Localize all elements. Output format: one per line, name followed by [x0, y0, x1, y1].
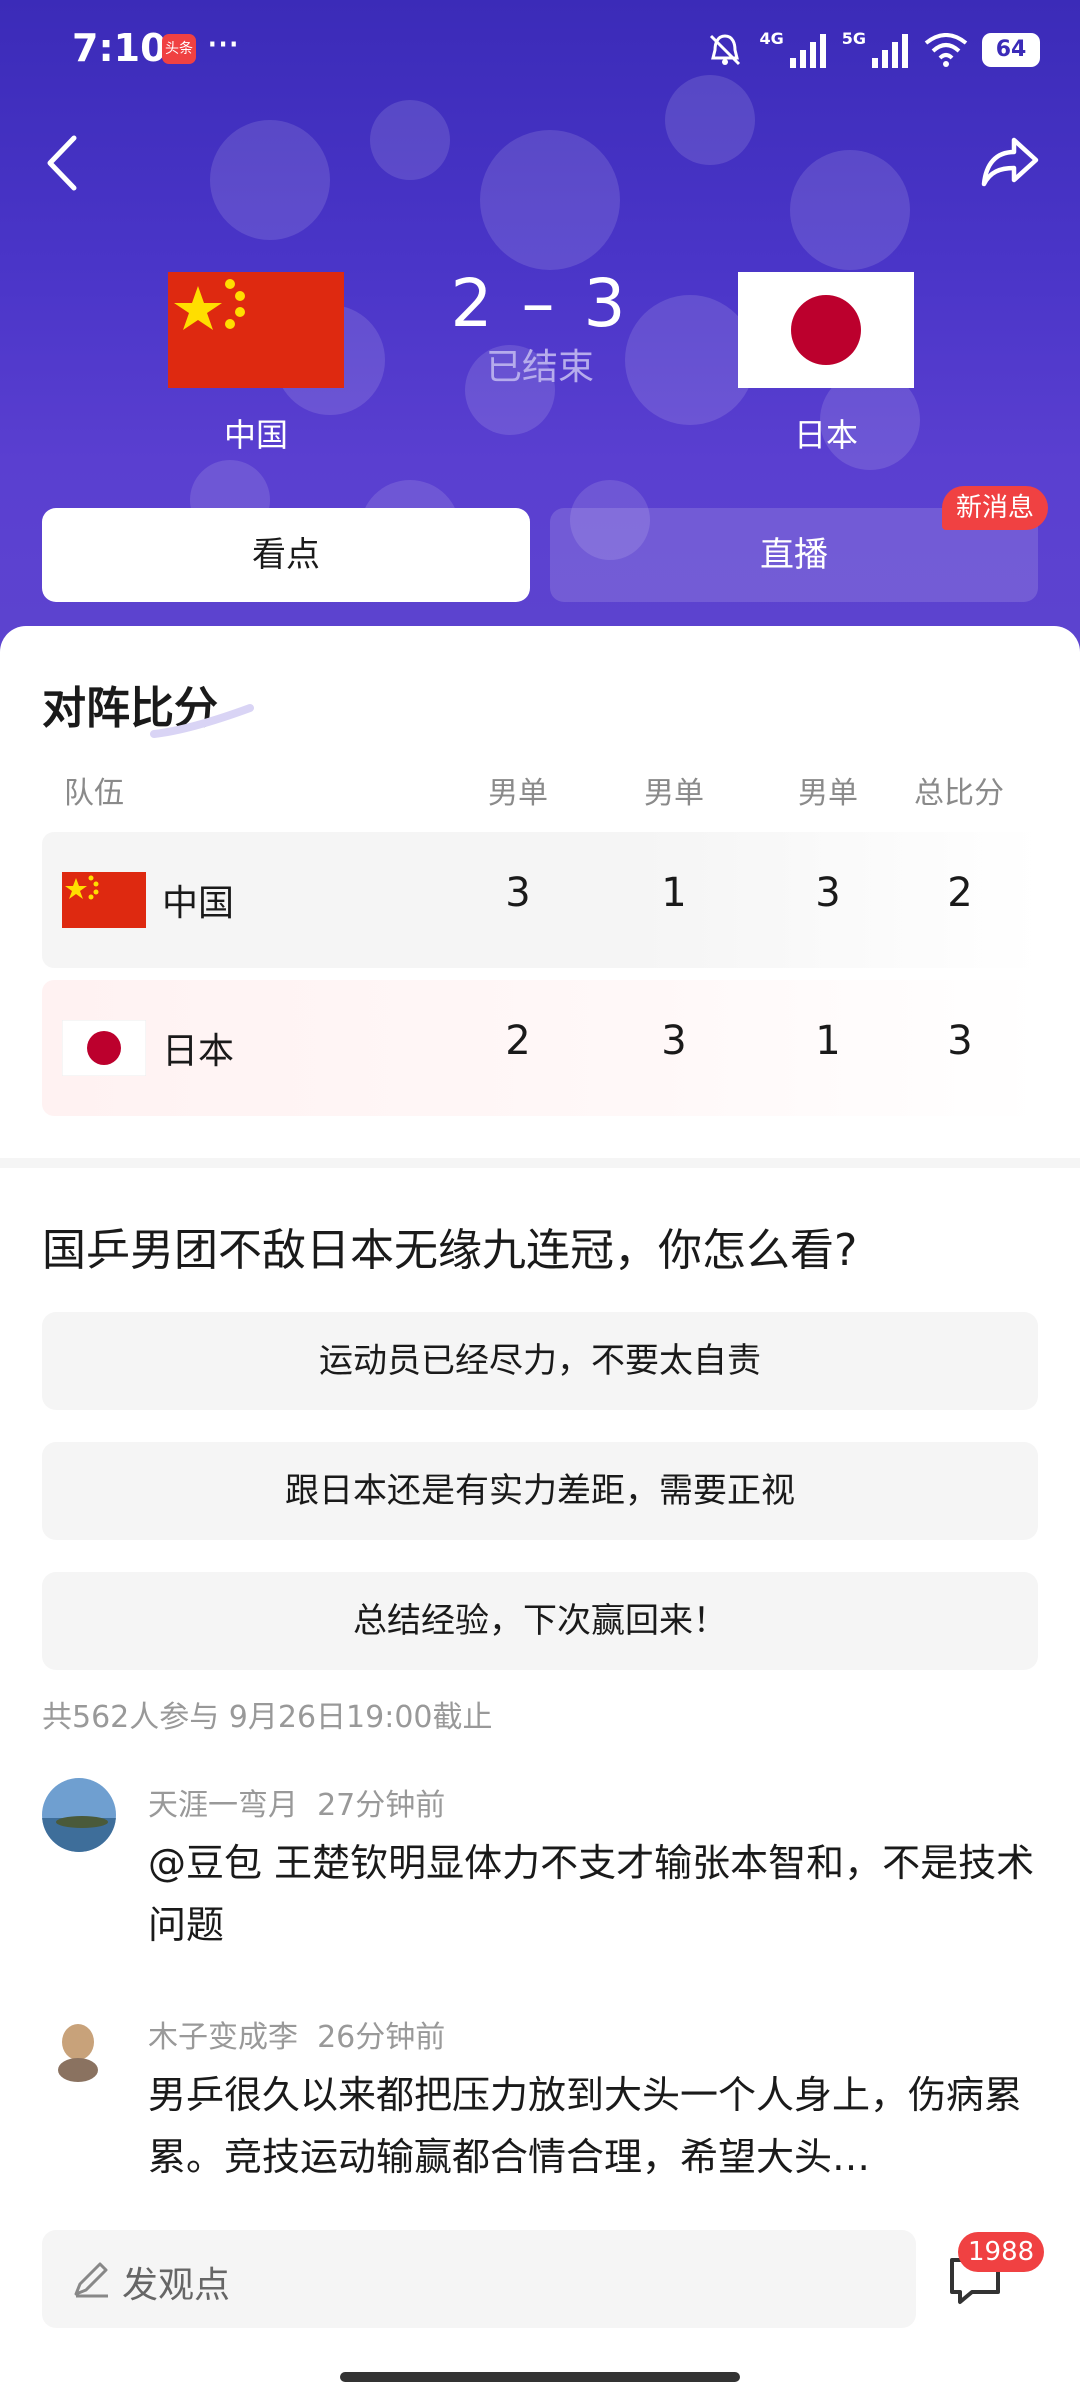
total-score-cell: 3 — [947, 1018, 973, 1064]
comment-count-badge: 1988 — [958, 2232, 1045, 2272]
comment-username[interactable]: 天涯一弯月 — [148, 1788, 298, 1823]
wifi-icon — [924, 33, 968, 67]
status-bar: 7:10 头条 ··· 4G 5G 64 — [0, 0, 1080, 100]
score-cell: 2 — [505, 1018, 531, 1064]
network-4g-label: 4G — [759, 28, 784, 48]
app-notification-icon: 头条 — [162, 34, 196, 64]
back-icon[interactable] — [40, 130, 84, 196]
header-singles-1: 男单 — [488, 776, 548, 811]
home-indicator[interactable] — [340, 2372, 740, 2382]
avatar[interactable] — [42, 1778, 116, 1852]
home-team-name: 中国 — [223, 416, 288, 454]
comment-text[interactable]: @豆包 王楚钦明显体力不支才输张本智和，不是技术问题 — [148, 1832, 1038, 1956]
match-score: 2 – 3 — [450, 265, 630, 342]
avatar[interactable] — [42, 2012, 116, 2086]
score-cell: 3 — [815, 870, 841, 916]
network-5g-label: 5G — [841, 28, 866, 48]
comment-time: 26分钟前 — [317, 2020, 446, 2055]
mute-icon — [710, 34, 741, 66]
score-cell: 1 — [815, 1018, 841, 1064]
poll-option-1[interactable]: 运动员已经尽力，不要太自责 — [42, 1312, 1038, 1410]
pen-icon — [74, 2262, 108, 2298]
score-cell: 3 — [505, 870, 531, 916]
comment-time: 27分钟前 — [317, 1788, 446, 1823]
china-flag — [62, 872, 146, 928]
header-team: 队伍 — [64, 776, 124, 811]
poll-option-3[interactable]: 总结经验，下次赢回来！ — [42, 1572, 1038, 1670]
header-total: 总比分 — [914, 776, 1004, 811]
comment-author[interactable]: 木子变成李 26分钟前 — [148, 2012, 445, 2056]
team-name: 日本 — [162, 1031, 235, 1072]
title-decoration — [150, 704, 254, 738]
status-time: 7:10 — [72, 26, 167, 70]
score-cell: 3 — [661, 1018, 687, 1064]
match-status: 已结束 — [485, 347, 594, 388]
table-row: 中国 3 1 3 2 — [42, 832, 1042, 968]
poll-question: 国乒男团不敌日本无缘九连冠，你怎么看? — [42, 1225, 858, 1276]
team-name: 中国 — [162, 883, 235, 924]
china-flag — [168, 272, 344, 388]
signal-icon — [872, 34, 908, 68]
score-cell: 1 — [661, 870, 687, 916]
japan-flag — [62, 1020, 146, 1076]
header-singles-2: 男单 — [644, 776, 704, 811]
comment-text[interactable]: 男乒很久以来都把压力放到大头一个人身上，伤病累累。竞技运动输赢都合情合理，希望大… — [148, 2064, 1038, 2188]
comment-input[interactable]: 发观点 — [42, 2230, 916, 2328]
new-message-badge: 新消息 — [942, 486, 1049, 530]
comment-username[interactable]: 木子变成李 — [148, 2020, 298, 2055]
signal-icon — [789, 34, 826, 68]
tab-highlights[interactable]: 看点 — [42, 508, 530, 602]
poll-option-2[interactable]: 跟日本还是有实力差距，需要正视 — [42, 1442, 1038, 1540]
comment-author[interactable]: 天涯一弯月 27分钟前 — [148, 1780, 445, 1824]
japan-flag — [738, 272, 914, 388]
comment-input-placeholder: 发观点 — [122, 2265, 231, 2306]
battery-indicator: 64 — [982, 33, 1040, 67]
header-singles-3: 男单 — [798, 776, 858, 811]
more-notifications-icon: ··· — [206, 22, 240, 68]
poll-meta: 共562人参与 9月26日19:00截止 — [42, 1700, 493, 1735]
share-icon[interactable] — [978, 128, 1044, 194]
table-row: 日本 2 3 1 3 — [42, 980, 1042, 1116]
section-divider — [0, 1158, 1080, 1168]
total-score-cell: 2 — [947, 870, 973, 916]
away-team-name: 日本 — [793, 416, 858, 454]
